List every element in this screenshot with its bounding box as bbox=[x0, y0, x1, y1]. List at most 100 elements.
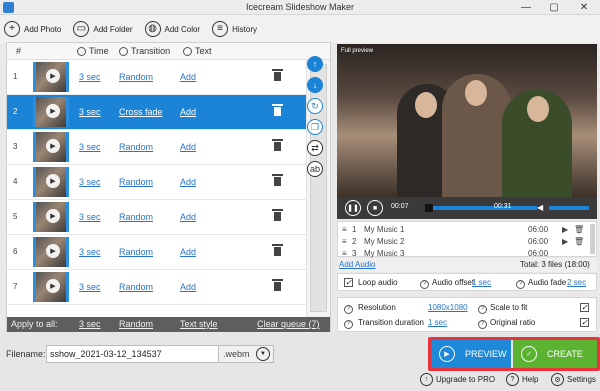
play-icon[interactable]: ▶ bbox=[46, 104, 60, 118]
volume-slider[interactable] bbox=[549, 206, 589, 210]
music-row[interactable]: ≡ 1 My Music 1 06:00 ▶ 🗑 bbox=[338, 224, 588, 236]
play-icon[interactable]: ▶ bbox=[46, 69, 60, 83]
volume-icon[interactable]: ◀ bbox=[537, 203, 549, 213]
trash-icon[interactable] bbox=[272, 209, 283, 221]
slide-text-link[interactable]: Add bbox=[180, 142, 196, 152]
music-row[interactable]: ≡ 2 My Music 2 06:00 ▶ 🗑 bbox=[338, 236, 588, 248]
play-icon[interactable]: ▶ bbox=[562, 225, 568, 234]
help-icon[interactable]: ? bbox=[478, 303, 487, 314]
drag-handle-icon[interactable]: ≡ bbox=[342, 237, 347, 246]
music-row[interactable]: ≡ 3 My Music 3 06:00 bbox=[338, 248, 588, 258]
help-icon[interactable]: ? bbox=[516, 278, 525, 289]
trash-icon[interactable] bbox=[272, 104, 283, 116]
play-icon[interactable]: ▶ bbox=[562, 237, 568, 246]
clear-queue-link[interactable]: Clear queue (7) bbox=[257, 319, 320, 329]
slide-time-link[interactable]: 3 sec bbox=[79, 212, 101, 222]
move-up-icon[interactable]: ↑ bbox=[307, 56, 323, 72]
slide-thumbnail[interactable]: ▶ bbox=[33, 237, 69, 267]
trash-icon[interactable] bbox=[272, 174, 283, 186]
slide-text-link[interactable]: Add bbox=[180, 247, 196, 257]
add-audio-link[interactable]: Add Audio bbox=[339, 260, 375, 269]
drag-handle-icon[interactable]: ≡ bbox=[342, 225, 347, 234]
slide-thumbnail[interactable]: ▶ bbox=[33, 97, 69, 127]
shuffle-icon[interactable]: ⇄ bbox=[307, 140, 323, 156]
trash-icon[interactable] bbox=[272, 69, 283, 81]
transition-duration-value[interactable]: 1 sec bbox=[428, 318, 447, 327]
audio-offset-value[interactable]: 1 sec bbox=[472, 278, 491, 287]
slide-row[interactable]: 6 ▶ 3 sec Random Add bbox=[7, 235, 307, 270]
trash-icon[interactable] bbox=[272, 139, 283, 151]
maximize-button[interactable]: ▢ bbox=[540, 0, 568, 15]
slide-time-link[interactable]: 3 sec bbox=[79, 177, 101, 187]
pause-button[interactable]: ❚❚ bbox=[345, 200, 361, 216]
drag-handle-icon[interactable]: ≡ bbox=[342, 249, 347, 258]
text-style-link[interactable]: Text style bbox=[180, 319, 218, 329]
filename-input[interactable] bbox=[46, 345, 221, 363]
preview-button[interactable]: ▶ PREVIEW bbox=[431, 340, 511, 368]
slide-transition-link[interactable]: Random bbox=[119, 177, 153, 187]
stop-button[interactable]: ■ bbox=[367, 200, 383, 216]
slide-thumbnail[interactable]: ▶ bbox=[33, 272, 69, 302]
slide-row[interactable]: 2 ▶ 3 sec Cross fade Add bbox=[7, 95, 307, 130]
slide-row[interactable]: 3 ▶ 3 sec Random Add bbox=[7, 130, 307, 165]
help-icon[interactable]: ? bbox=[478, 318, 487, 329]
duplicate-icon[interactable]: ❐ bbox=[307, 119, 323, 135]
slide-transition-link[interactable]: Random bbox=[119, 142, 153, 152]
help-icon[interactable]: ? bbox=[420, 278, 429, 289]
play-icon[interactable]: ▶ bbox=[46, 279, 60, 293]
move-down-icon[interactable]: ↓ bbox=[307, 77, 323, 93]
original-ratio-checkbox[interactable]: ✓ bbox=[580, 318, 589, 327]
slide-time-link[interactable]: 3 sec bbox=[79, 142, 101, 152]
slide-transition-link[interactable]: Random bbox=[119, 72, 153, 82]
slide-transition-link[interactable]: Random bbox=[119, 212, 153, 222]
play-icon[interactable]: ▶ bbox=[46, 139, 60, 153]
apply-time-link[interactable]: 3 sec bbox=[79, 319, 101, 329]
minimize-button[interactable]: — bbox=[512, 0, 540, 15]
trash-icon[interactable] bbox=[272, 244, 283, 256]
slide-time-link[interactable]: 3 sec bbox=[79, 72, 101, 82]
slide-text-link[interactable]: Add bbox=[180, 107, 196, 117]
apply-transition-link[interactable]: Random bbox=[119, 319, 153, 329]
seek-handle[interactable] bbox=[425, 204, 433, 212]
add-folder-button[interactable]: ▭ Add Folder bbox=[73, 21, 133, 37]
slide-thumbnail[interactable]: ▶ bbox=[33, 62, 69, 92]
slide-text-link[interactable]: Add bbox=[180, 177, 196, 187]
sort-ab-icon[interactable]: ab bbox=[307, 161, 323, 177]
seek-bar[interactable] bbox=[425, 204, 537, 212]
trash-icon[interactable]: 🗑 bbox=[574, 225, 584, 234]
slide-transition-link[interactable]: Random bbox=[119, 282, 153, 292]
slide-thumbnail[interactable]: ▶ bbox=[33, 132, 69, 162]
play-icon[interactable]: ▶ bbox=[46, 174, 60, 188]
rotate-icon[interactable]: ↻ bbox=[307, 98, 323, 114]
slide-time-link[interactable]: 3 sec bbox=[79, 107, 101, 117]
play-icon[interactable]: ▶ bbox=[46, 244, 60, 258]
help-link[interactable]: ? Help bbox=[506, 373, 538, 386]
resolution-value[interactable]: 1080x1080 bbox=[428, 303, 468, 312]
slide-text-link[interactable]: Add bbox=[180, 212, 196, 222]
history-button[interactable]: ≡ History bbox=[212, 21, 257, 37]
help-icon[interactable]: ? bbox=[344, 318, 353, 329]
slide-thumbnail[interactable]: ▶ bbox=[33, 167, 69, 197]
trash-icon[interactable]: 🗑 bbox=[574, 237, 584, 246]
slide-row[interactable]: 4 ▶ 3 sec Random Add bbox=[7, 165, 307, 200]
audio-fade-value[interactable]: 2 sec bbox=[567, 278, 586, 287]
settings-link[interactable]: ⚙ Settings bbox=[551, 373, 596, 386]
add-color-button[interactable]: ◍ Add Color bbox=[144, 21, 200, 37]
slide-row[interactable]: 7 ▶ 3 sec Random Add bbox=[7, 270, 307, 305]
slide-row[interactable]: 5 ▶ 3 sec Random Add bbox=[7, 200, 307, 235]
trash-icon[interactable] bbox=[272, 279, 283, 291]
upgrade-link[interactable]: ↑ Upgrade to PRO bbox=[420, 373, 495, 386]
slide-thumbnail[interactable]: ▶ bbox=[33, 202, 69, 232]
scale-to-fit-checkbox[interactable]: ✓ bbox=[580, 303, 589, 312]
slide-time-link[interactable]: 3 sec bbox=[79, 282, 101, 292]
chevron-down-icon[interactable]: ▼ bbox=[256, 347, 270, 361]
help-icon[interactable]: ? bbox=[344, 303, 353, 314]
loop-audio-checkbox[interactable]: ✓ bbox=[344, 278, 353, 287]
slide-transition-link[interactable]: Random bbox=[119, 247, 153, 257]
play-icon[interactable]: ▶ bbox=[46, 209, 60, 223]
slide-time-link[interactable]: 3 sec bbox=[79, 247, 101, 257]
music-scrollbar[interactable] bbox=[590, 224, 595, 254]
slide-transition-link[interactable]: Cross fade bbox=[119, 107, 163, 117]
slide-text-link[interactable]: Add bbox=[180, 282, 196, 292]
create-button[interactable]: ✓ CREATE bbox=[513, 340, 597, 368]
